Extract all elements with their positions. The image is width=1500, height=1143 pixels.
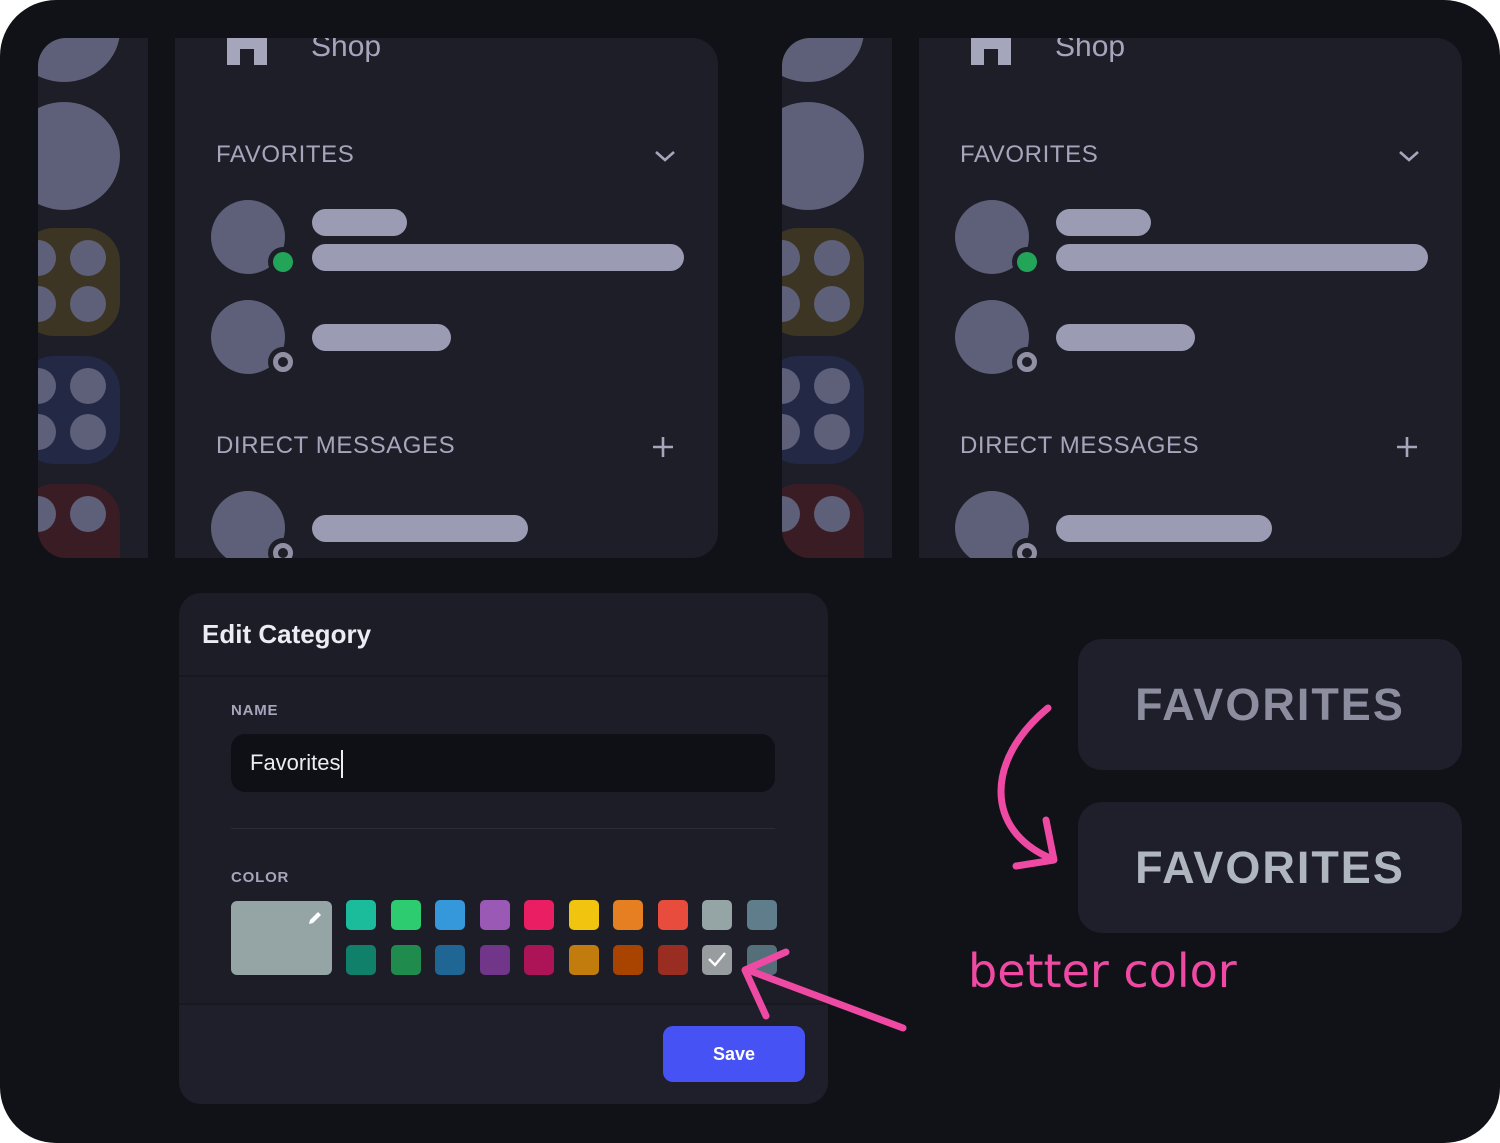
name-placeholder bbox=[1056, 209, 1151, 236]
color-swatch[interactable] bbox=[746, 900, 777, 930]
server-folder[interactable] bbox=[38, 484, 120, 558]
pencil-icon bbox=[309, 912, 321, 924]
name-placeholder bbox=[312, 324, 451, 351]
direct-messages-header: DIRECT MESSAGES bbox=[960, 432, 1200, 459]
favorites-after-text: FAVORITES bbox=[1135, 841, 1405, 893]
favorites-header[interactable]: FAVORITES bbox=[960, 141, 1098, 169]
server-folder[interactable] bbox=[782, 356, 864, 464]
favorites-before-text: FAVORITES bbox=[1135, 678, 1405, 730]
color-swatch[interactable] bbox=[568, 900, 599, 930]
name-placeholder bbox=[1056, 324, 1195, 351]
color-swatch[interactable] bbox=[346, 900, 376, 930]
avatar bbox=[955, 491, 1042, 558]
server-rail bbox=[782, 38, 892, 558]
status-placeholder bbox=[1056, 244, 1428, 271]
curved-arrow-head bbox=[1012, 816, 1058, 870]
color-swatch[interactable] bbox=[613, 945, 643, 975]
server-icon[interactable] bbox=[782, 38, 864, 82]
shop-icon bbox=[227, 38, 267, 65]
color-swatch[interactable] bbox=[746, 945, 777, 975]
color-swatch[interactable] bbox=[435, 945, 465, 975]
direct-messages-header: DIRECT MESSAGES bbox=[216, 432, 456, 459]
avatar bbox=[955, 300, 1042, 377]
avatar bbox=[211, 200, 298, 277]
edit-category-dialog: Edit Category NAME Favorites COLOR Save bbox=[179, 593, 828, 1104]
color-swatch[interactable] bbox=[568, 945, 599, 975]
name-placeholder bbox=[1056, 515, 1272, 542]
sidebar-mock-before: Shop FAVORITES DIRECT MESSAGES bbox=[38, 38, 718, 558]
shop-label: Shop bbox=[1055, 38, 1126, 63]
color-swatch[interactable] bbox=[657, 945, 688, 975]
shop-item[interactable]: Shop bbox=[225, 38, 381, 70]
name-placeholder bbox=[312, 515, 528, 542]
name-label: NAME bbox=[231, 702, 279, 719]
save-button[interactable]: Save bbox=[663, 1026, 805, 1082]
avatar bbox=[211, 491, 298, 558]
dialog-title: Edit Category bbox=[202, 619, 372, 649]
annotation-text: better color bbox=[968, 944, 1237, 998]
color-swatch[interactable] bbox=[435, 900, 465, 930]
color-swatch[interactable] bbox=[479, 945, 510, 975]
color-swatch[interactable] bbox=[346, 945, 376, 975]
color-swatch[interactable] bbox=[613, 900, 643, 930]
favorites-header[interactable]: FAVORITES bbox=[216, 141, 354, 169]
avatar bbox=[211, 300, 298, 377]
color-label: COLOR bbox=[231, 869, 290, 886]
server-icon[interactable] bbox=[782, 102, 864, 210]
color-swatch[interactable] bbox=[524, 945, 554, 975]
category-name-input[interactable]: Favorites bbox=[231, 734, 775, 792]
server-folder[interactable] bbox=[782, 484, 864, 558]
online-status-icon bbox=[1012, 247, 1042, 277]
name-placeholder bbox=[312, 209, 407, 236]
custom-color-picker[interactable] bbox=[231, 901, 332, 975]
color-swatch[interactable] bbox=[479, 900, 510, 930]
color-swatch[interactable] bbox=[524, 900, 554, 930]
server-rail bbox=[38, 38, 148, 558]
offline-status-icon bbox=[1012, 347, 1042, 377]
divider bbox=[179, 675, 828, 677]
online-status-icon bbox=[268, 247, 298, 277]
color-swatch[interactable] bbox=[657, 900, 688, 930]
offline-status-icon bbox=[268, 347, 298, 377]
server-folder[interactable] bbox=[38, 356, 120, 464]
curved-arrow bbox=[997, 704, 1054, 862]
category-name-value: Favorites bbox=[250, 750, 341, 775]
status-placeholder bbox=[312, 244, 684, 271]
shop-icon bbox=[971, 38, 1011, 65]
sidebar-mock-after: Shop FAVORITES DIRECT MESSAGES bbox=[782, 38, 1462, 558]
favorites-after-card: FAVORITES bbox=[1078, 802, 1462, 933]
chevron-down-icon[interactable] bbox=[1397, 148, 1421, 164]
color-swatch[interactable] bbox=[390, 945, 421, 975]
text-caret bbox=[341, 750, 344, 779]
plus-icon[interactable] bbox=[1395, 435, 1419, 459]
avatar bbox=[955, 200, 1042, 277]
color-swatch[interactable] bbox=[390, 900, 421, 930]
server-folder[interactable] bbox=[782, 228, 864, 336]
shop-label: Shop bbox=[311, 38, 382, 63]
favorites-before-card: FAVORITES bbox=[1078, 639, 1462, 770]
shop-item[interactable]: Shop bbox=[969, 38, 1125, 70]
divider bbox=[231, 828, 775, 829]
offline-status-icon bbox=[268, 538, 298, 558]
server-icon[interactable] bbox=[38, 102, 120, 210]
channel-sidebar: Shop FAVORITES DIRECT MESSAGES bbox=[175, 38, 718, 558]
server-icon[interactable] bbox=[38, 38, 120, 82]
server-folder[interactable] bbox=[38, 228, 120, 336]
screenshot-frame: Shop FAVORITES DIRECT MESSAGES Shop FAVO… bbox=[0, 0, 1500, 1143]
offline-status-icon bbox=[1012, 538, 1042, 558]
color-swatch[interactable] bbox=[702, 900, 732, 930]
color-swatch[interactable] bbox=[702, 945, 732, 975]
chevron-down-icon[interactable] bbox=[653, 148, 677, 164]
channel-sidebar: Shop FAVORITES DIRECT MESSAGES bbox=[919, 38, 1462, 558]
check-icon bbox=[708, 952, 726, 967]
plus-icon[interactable] bbox=[651, 435, 675, 459]
